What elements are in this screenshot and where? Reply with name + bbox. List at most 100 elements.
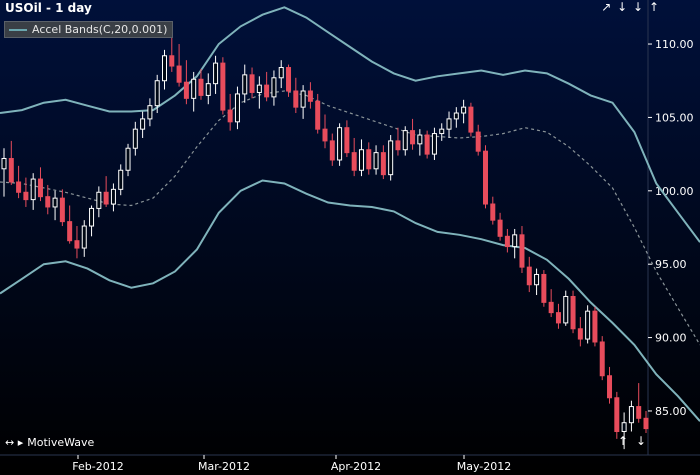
candle-down xyxy=(169,55,175,67)
brand-label: MotiveWave xyxy=(27,436,95,449)
candle-down xyxy=(315,100,321,130)
candle-up xyxy=(52,197,58,208)
pan-arrows-icon[interactable]: ↔ ▸ xyxy=(5,436,23,449)
expand-arrow-icon[interactable]: ↗ xyxy=(601,0,612,14)
scroll-up-icon[interactable]: ↑ xyxy=(649,0,660,14)
candle-up xyxy=(140,118,146,130)
x-tick-label: May-2012 xyxy=(457,460,512,473)
legend-item-accel-bands[interactable]: Accel Bands(C,20,0.001) xyxy=(4,21,174,38)
candle-down xyxy=(103,191,109,205)
candle-down xyxy=(307,90,313,102)
candle-down xyxy=(395,140,401,151)
legend-swatch xyxy=(9,28,27,31)
candle-down xyxy=(286,67,292,92)
candle-down xyxy=(607,375,613,399)
candle-down xyxy=(45,196,51,208)
candle-down xyxy=(636,406,642,419)
candle-up xyxy=(110,188,116,205)
candle-up xyxy=(1,158,7,170)
x-tick-label: Feb-2012 xyxy=(72,460,123,473)
scale-down-icon[interactable]: ↓ xyxy=(636,434,648,448)
candle-down xyxy=(344,127,350,154)
candle-down xyxy=(468,106,474,133)
candle-up xyxy=(278,67,284,79)
chart-window: 85.00 90.00 95.00 100.00 105.00 110.00 Feb-201… xyxy=(0,0,700,475)
candle-up xyxy=(242,74,248,95)
candle-down xyxy=(220,62,226,111)
candle-up xyxy=(388,140,394,176)
candle-down xyxy=(366,149,372,170)
candle-down xyxy=(504,235,510,248)
chart-title: USOil - 1 day xyxy=(5,1,92,15)
candle-down xyxy=(8,158,14,183)
candle-up xyxy=(585,310,591,340)
candle-up xyxy=(162,55,167,82)
candle-up xyxy=(81,225,87,249)
scale-up-icon[interactable]: ↑ xyxy=(618,434,630,448)
legend-label: Accel Bands(C,20,0.001) xyxy=(32,23,168,36)
x-tick-label: Mar-2012 xyxy=(198,460,250,473)
x-tick-label: Apr-2012 xyxy=(331,460,381,473)
scroll-nav-top-right: ↗ ↓ ↓ ↑ xyxy=(601,0,660,14)
candle-down xyxy=(74,240,80,249)
branding: ↔ ▸ MotiveWave xyxy=(5,436,94,449)
candle-up xyxy=(234,93,240,123)
candle-down xyxy=(198,78,204,96)
y-tick-label: 90.00 xyxy=(655,332,687,345)
candle-up xyxy=(402,130,408,151)
candle-down xyxy=(67,221,73,242)
candle-down xyxy=(548,301,554,314)
candle-down xyxy=(329,140,335,161)
candle-down xyxy=(264,84,270,98)
candle-down xyxy=(322,128,328,142)
candle-up xyxy=(154,80,160,107)
candle-down xyxy=(526,266,532,286)
candle-up xyxy=(96,191,102,209)
candle-down xyxy=(424,134,430,155)
y-tick-label: 110.00 xyxy=(655,38,694,51)
scroll-down-icon[interactable]: ↓ xyxy=(617,0,628,14)
candle-down xyxy=(483,150,488,205)
candle-up xyxy=(373,152,379,170)
candle-down xyxy=(183,81,189,99)
candle-up xyxy=(446,118,452,130)
candle-up xyxy=(512,234,518,248)
scroll-nav-bottom-right: ↑ ↓ xyxy=(618,434,648,448)
candle-down xyxy=(592,310,598,343)
candle-down xyxy=(380,152,386,176)
candle-up xyxy=(118,169,124,190)
candle-down xyxy=(37,178,43,198)
y-tick-label: 95.00 xyxy=(655,258,687,271)
candle-up xyxy=(534,273,540,286)
candle-down xyxy=(570,295,576,330)
candle-down xyxy=(23,191,29,201)
candle-up xyxy=(439,128,445,135)
candle-up xyxy=(205,83,211,96)
candle-up xyxy=(191,78,197,99)
candle-down xyxy=(227,109,233,123)
candle-up xyxy=(256,84,262,93)
candle-down xyxy=(176,65,182,83)
candle-up xyxy=(621,422,627,433)
candle-down xyxy=(541,273,547,303)
candle-up xyxy=(132,128,138,149)
scroll-down-alt-icon[interactable]: ↓ xyxy=(633,0,644,14)
candle-down xyxy=(16,181,22,193)
candle-up xyxy=(337,127,343,161)
candle-down xyxy=(643,417,649,430)
price-chart[interactable]: 85.00 90.00 95.00 100.00 105.00 110.00 Feb-201… xyxy=(0,0,700,475)
candle-up xyxy=(271,77,277,98)
candle-up xyxy=(125,147,131,171)
y-tick-label: 105.00 xyxy=(655,111,694,124)
candle-down xyxy=(497,219,503,237)
candle-up xyxy=(461,106,467,114)
candle-down xyxy=(555,312,561,324)
candle-down xyxy=(293,90,299,108)
candle-up xyxy=(300,90,306,108)
candle-up xyxy=(358,149,364,171)
plot-background xyxy=(0,0,700,475)
candle-down xyxy=(490,203,496,221)
candle-up xyxy=(213,62,219,85)
candle-up xyxy=(30,178,36,201)
candle-down xyxy=(59,197,65,223)
